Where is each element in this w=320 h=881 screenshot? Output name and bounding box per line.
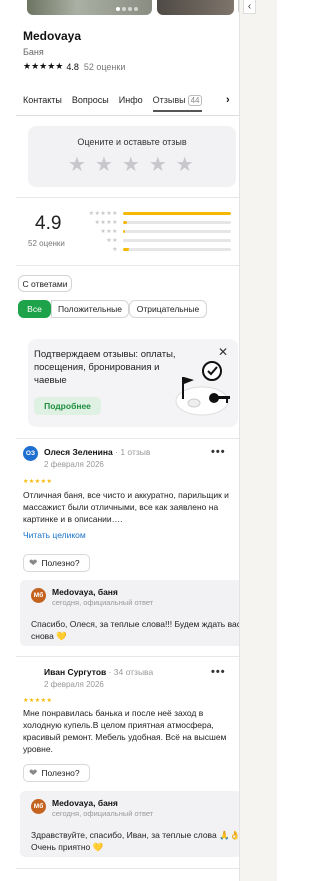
review-text: Мне понравилась банька и после неё заход… [23, 708, 227, 754]
left-edge [0, 0, 8, 881]
divider [16, 265, 239, 266]
photo-carousel[interactable] [8, 0, 239, 15]
distribution-bar-fill [123, 212, 231, 215]
review-text: Отличная баня, все чисто и аккуратно, па… [23, 490, 229, 524]
distribution-row: ★★★★ [83, 219, 231, 226]
review-author[interactable]: Олеся Зеленина · 1 отзыв [44, 447, 150, 457]
review-author-meta: · 1 отзыв [115, 447, 151, 457]
place-category[interactable]: Баня [23, 47, 44, 57]
promo-more-button[interactable]: Подробнее [34, 397, 101, 415]
divider [16, 656, 239, 657]
distribution-row: ★★★ [83, 228, 231, 235]
filter-with-answers[interactable]: С ответами [18, 275, 72, 292]
place-card-panel: Medovaya Баня ★★★★★ 4.8 52 оценки Контак… [8, 0, 239, 881]
distribution-stars: ★★ [106, 238, 118, 244]
tab-questions[interactable]: Вопросы [72, 93, 109, 105]
business-reply: Мб Medovaya, баня сегодня, официальный о… [20, 580, 239, 646]
distribution-bar-fill [123, 230, 126, 233]
helpful-button[interactable]: ❤ Полезно? [23, 554, 90, 572]
reply-meta: сегодня, официальный ответ [52, 598, 154, 607]
place-rating[interactable]: ★★★★★ 4.8 52 оценки [23, 61, 125, 72]
divider [16, 197, 239, 198]
avatar: Мб [31, 588, 46, 603]
distribution-bar [123, 212, 231, 215]
distribution-stars: ★★★ [100, 229, 118, 235]
star-icon[interactable]: ★ [149, 152, 167, 177]
rate-prompt: Оцените и оставьте отзыв ★ ★ ★ ★ ★ [28, 126, 236, 187]
star-icon[interactable]: ★ [122, 152, 140, 177]
reviews-count-badge: 44 [187, 95, 203, 106]
divider [16, 868, 239, 869]
distribution-bar [123, 248, 231, 251]
more-options-icon[interactable]: ••• [211, 666, 226, 678]
distribution-bar [123, 230, 231, 233]
distribution-bar-fill [123, 221, 128, 224]
verified-reviews-promo: Подтверждаем отзывы: оплаты, посещения, … [28, 339, 238, 427]
filter-all[interactable]: Все [18, 300, 51, 318]
photo-thumbnail[interactable] [157, 0, 234, 15]
distribution-bar [123, 239, 231, 242]
more-options-icon[interactable]: ••• [211, 446, 226, 458]
summary-score: 4.9 [35, 213, 62, 234]
distribution-stars: ★ [112, 247, 118, 253]
helpful-button[interactable]: ❤ Полезно? [23, 764, 90, 782]
star-icon[interactable]: ★ [68, 152, 86, 177]
reply-text: Спасибо, Олеся, за теплые слова!!! Будем… [31, 619, 239, 641]
read-more-link[interactable]: Читать целиком [23, 530, 86, 540]
star-icon[interactable]: ★ [176, 152, 194, 177]
promo-text: Подтверждаем отзывы: оплаты, посещения, … [34, 349, 176, 386]
reply-author: Medovaya, баня [52, 798, 118, 808]
place-title: Medovaya [23, 29, 82, 43]
tab-bar: Контакты Вопросы Инфо Отзывы 44 [23, 93, 239, 115]
review-stars: ★★★★★ [23, 479, 53, 485]
rate-stars-input[interactable]: ★ ★ ★ ★ ★ [68, 152, 194, 177]
distribution-row: ★★ [83, 237, 231, 244]
avatar: Мб [31, 799, 46, 814]
filter-positive[interactable]: Положительные [51, 300, 129, 318]
tabs-divider [16, 115, 239, 116]
chevron-right-icon[interactable]: › [226, 94, 230, 106]
reply-meta: сегодня, официальный ответ [52, 809, 154, 818]
distribution-bar [123, 221, 231, 224]
rating-count: 52 оценки [83, 61, 126, 72]
tab-info[interactable]: Инфо [119, 93, 143, 105]
rating-stars: ★★★★★ [23, 61, 64, 71]
distribution-row: ★★★★★ [83, 210, 231, 217]
avatar[interactable]: ОЗ [23, 446, 38, 461]
review-author[interactable]: Иван Сургутов · 34 отзыва [44, 667, 153, 677]
heart-icon: ❤ [29, 557, 38, 569]
distribution-stars: ★★★★★ [88, 211, 118, 217]
reply-text: Здравствуйте, спасибо, Иван, за теплые с… [31, 830, 239, 852]
distribution-bar-fill [123, 248, 130, 251]
summary-count: 52 оценки [28, 239, 65, 248]
distribution-row: ★ [83, 246, 231, 253]
business-reply: Мб Medovaya, баня сегодня, официальный о… [20, 791, 239, 857]
divider [16, 438, 239, 439]
map-area[interactable]: ‹ [239, 0, 277, 881]
tab-reviews[interactable]: Отзывы 44 [152, 93, 203, 112]
review-date: 2 февраля 2026 [44, 460, 104, 469]
reply-author: Medovaya, баня [52, 587, 118, 597]
heart-icon: ❤ [29, 767, 38, 779]
review-stars: ★★★★★ [23, 698, 53, 704]
filter-negative[interactable]: Отрицательные [129, 300, 207, 318]
review-author-meta: · 34 отзыва [108, 667, 154, 677]
verified-illustration-icon [175, 361, 230, 416]
star-icon[interactable]: ★ [95, 152, 113, 177]
distribution-stars: ★★★★ [94, 220, 118, 226]
rating-value: 4.8 [66, 61, 79, 72]
rate-prompt-label: Оцените и оставьте отзыв [77, 137, 187, 147]
chevron-left-icon[interactable]: ‹ [243, 0, 256, 14]
tab-contacts[interactable]: Контакты [23, 93, 62, 105]
carousel-dots [116, 7, 138, 11]
review-date: 2 февраля 2026 [44, 680, 104, 689]
